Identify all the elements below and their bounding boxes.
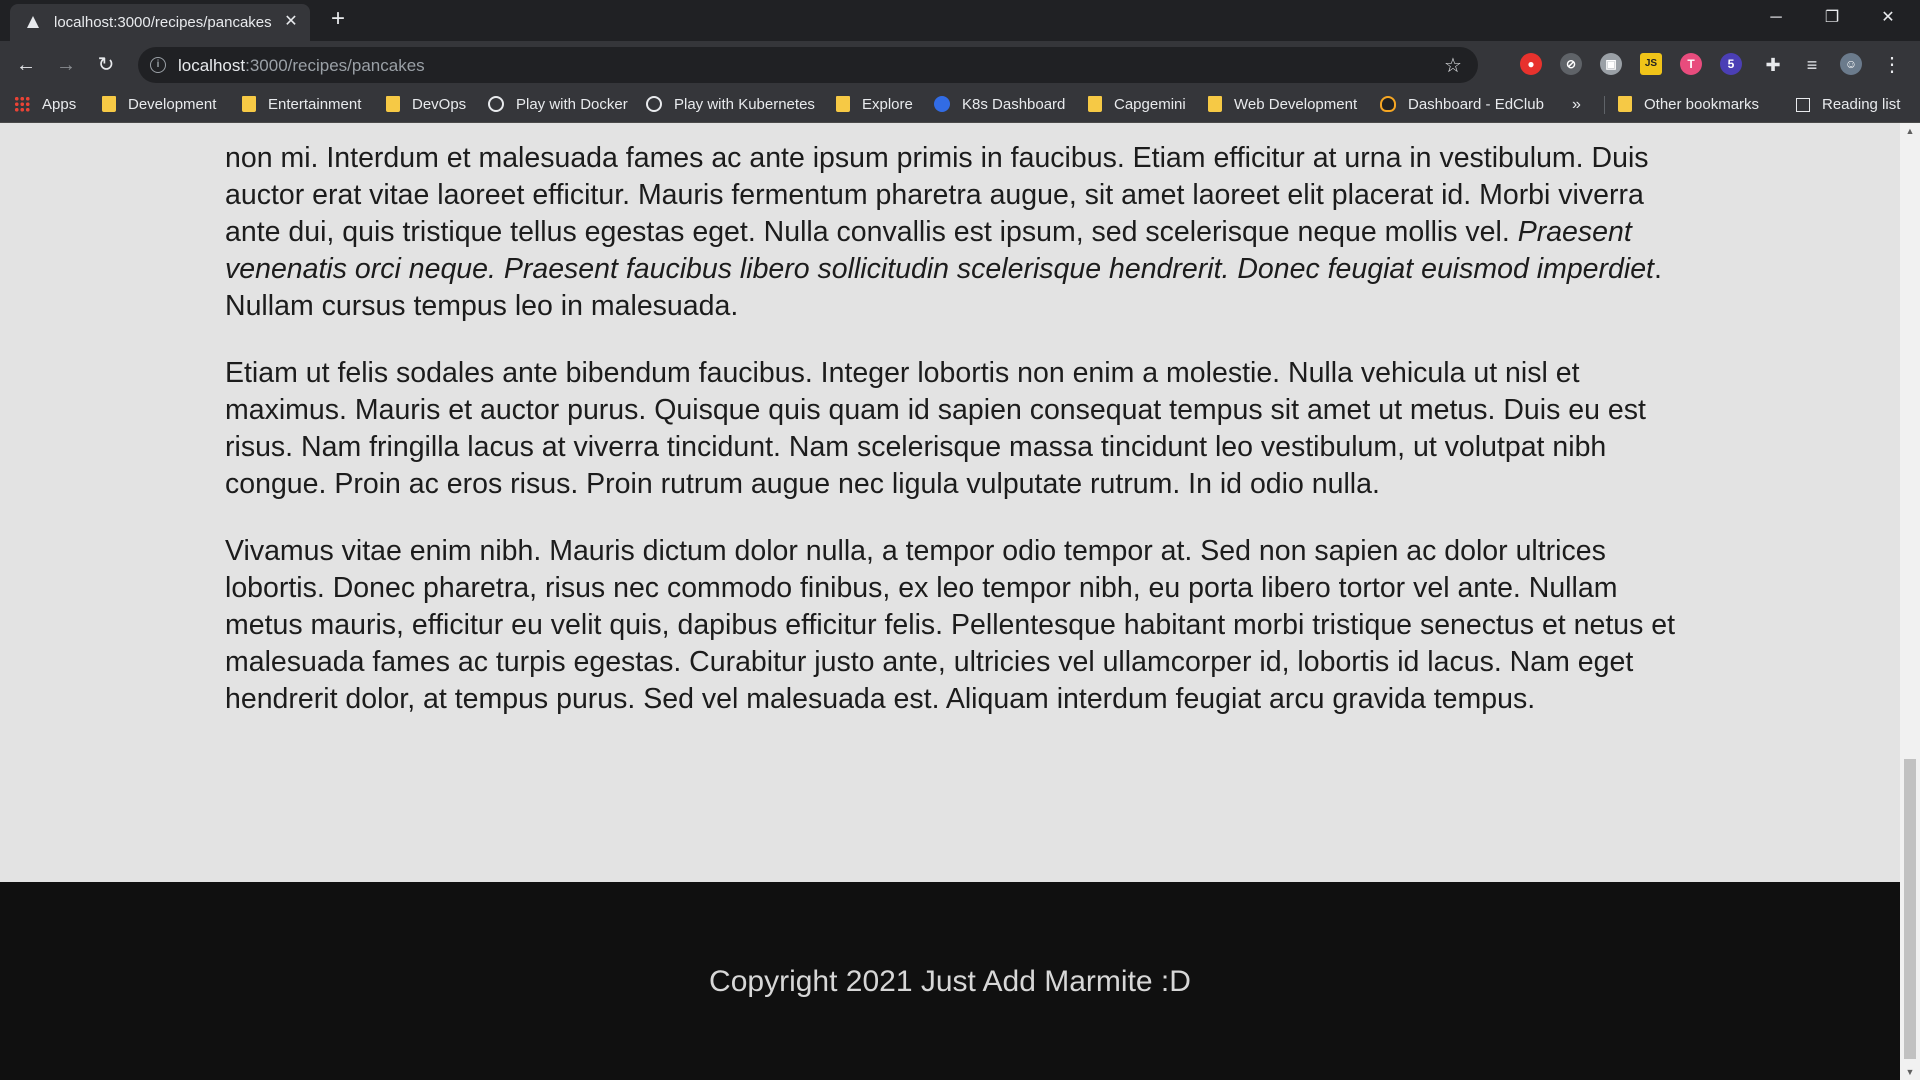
- screen-icon[interactable]: ▣: [1600, 53, 1622, 75]
- reading-list-button[interactable]: Reading list: [1796, 95, 1900, 115]
- browser-toolbar: ← → ↻ i localhost:3000/recipes/pancakes …: [0, 41, 1920, 88]
- folder-icon: [386, 96, 400, 112]
- bookmark-item[interactable]: K8s Dashboard: [934, 95, 1065, 115]
- t-icon[interactable]: T: [1680, 53, 1702, 75]
- media-queue-icon[interactable]: ≡: [1800, 53, 1824, 77]
- globe-icon: [646, 96, 662, 112]
- bookmark-label: Entertainment: [268, 96, 362, 113]
- bookmark-item[interactable]: Web Development: [1208, 95, 1357, 115]
- copyright-text: Copyright 2021 Just Add Marmite :D: [709, 965, 1191, 998]
- bookmark-label: Apps: [42, 96, 77, 113]
- folder-icon: [1208, 96, 1222, 112]
- paragraph-1-text: non mi. Interdum et malesuada fames ac a…: [225, 142, 1649, 248]
- back-arrow-icon[interactable]: ←: [14, 53, 38, 77]
- recipe-body: non mi. Interdum et malesuada fames ac a…: [225, 123, 1685, 748]
- record-icon[interactable]: ●: [1520, 53, 1542, 75]
- bookmark-item[interactable]: Development: [102, 95, 216, 115]
- folder-icon: [836, 96, 850, 112]
- extensions-puzzle-icon[interactable]: ✚: [1761, 53, 1785, 77]
- paragraph-2-text: Etiam ut felis sodales ante bibendum fau…: [225, 357, 1646, 500]
- bookmark-item[interactable]: Capgemini: [1088, 95, 1186, 115]
- vertical-scrollbar[interactable]: ▲ ▼: [1900, 123, 1920, 1080]
- tab-strip: localhost:3000/recipes/pancakes ✕ + ─ ❐ …: [0, 0, 1920, 41]
- bookmark-item[interactable]: Explore: [836, 95, 913, 115]
- folder-icon: [1088, 96, 1102, 112]
- forward-arrow-icon[interactable]: →: [54, 53, 78, 77]
- folder-icon: [102, 96, 116, 112]
- badge-icon[interactable]: 5: [1720, 53, 1742, 75]
- other-bookmarks-folder[interactable]: Other bookmarks: [1618, 95, 1759, 115]
- bookmark-label: K8s Dashboard: [962, 96, 1066, 113]
- bookmark-label: Explore: [862, 96, 913, 113]
- page-favicon-icon: [27, 16, 39, 28]
- bookmark-label: DevOps: [412, 96, 467, 113]
- page-footer: Copyright 2021 Just Add Marmite :D: [0, 882, 1900, 1080]
- bookmark-label: Dashboard - EdClub: [1408, 96, 1544, 113]
- url-text[interactable]: localhost:3000/recipes/pancakes: [178, 56, 425, 76]
- address-bar[interactable]: i localhost:3000/recipes/pancakes ☆: [138, 47, 1478, 83]
- url-host: localhost: [178, 56, 246, 75]
- reading-list-icon: [1796, 98, 1810, 112]
- paragraph-3: Vivamus vitae enim nibh. Mauris dictum d…: [225, 533, 1685, 718]
- minimize-button[interactable]: ─: [1748, 0, 1804, 38]
- more-bookmarks-button[interactable]: »: [1572, 95, 1581, 115]
- js-icon[interactable]: JS: [1640, 53, 1662, 75]
- close-window-button[interactable]: ✕: [1860, 0, 1916, 38]
- other-bookmarks-label: Other bookmarks: [1644, 96, 1760, 113]
- bookmark-item[interactable]: Apps: [14, 95, 76, 115]
- paragraph-3-text: Vivamus vitae enim nibh. Mauris dictum d…: [225, 535, 1676, 715]
- bookmarks-divider: [1604, 96, 1605, 114]
- active-tab[interactable]: localhost:3000/recipes/pancakes ✕: [10, 4, 310, 41]
- profile-avatar[interactable]: ☺: [1840, 53, 1862, 75]
- bookmark-item[interactable]: Play with Kubernetes: [646, 95, 815, 115]
- block-icon[interactable]: ⊘: [1560, 53, 1582, 75]
- tab-title: localhost:3000/recipes/pancakes: [54, 14, 272, 31]
- folder-icon: [1618, 96, 1632, 112]
- bookmark-item[interactable]: Entertainment: [242, 95, 361, 115]
- bookmark-item[interactable]: Dashboard - EdClub: [1380, 95, 1544, 115]
- bookmark-label: Capgemini: [1114, 96, 1186, 113]
- globe-icon: [488, 96, 504, 112]
- page-viewport: non mi. Interdum et malesuada fames ac a…: [0, 123, 1900, 1080]
- paragraph-1: non mi. Interdum et malesuada fames ac a…: [225, 140, 1685, 325]
- site-info-icon[interactable]: i: [150, 57, 166, 73]
- scrollbar-thumb[interactable]: [1904, 759, 1916, 1059]
- tab-close-icon[interactable]: ✕: [282, 13, 300, 31]
- scroll-down-arrow-icon[interactable]: ▼: [1900, 1064, 1920, 1080]
- bookmark-label: Web Development: [1234, 96, 1358, 113]
- scroll-up-arrow-icon[interactable]: ▲: [1900, 123, 1920, 139]
- reload-icon[interactable]: ↻: [94, 53, 118, 77]
- menu-kebab-icon[interactable]: ⋮: [1880, 53, 1904, 77]
- edclub-icon: [1380, 96, 1396, 112]
- bookmark-item[interactable]: Play with Docker: [488, 95, 628, 115]
- bookmark-label: Play with Kubernetes: [674, 96, 815, 113]
- apps-icon: [14, 96, 30, 112]
- paragraph-2: Etiam ut felis sodales ante bibendum fau…: [225, 355, 1685, 503]
- bookmark-star-icon[interactable]: ☆: [1444, 53, 1462, 78]
- bookmark-item[interactable]: DevOps: [386, 95, 466, 115]
- new-tab-button[interactable]: +: [326, 7, 350, 32]
- url-path: :3000/recipes/pancakes: [245, 56, 425, 75]
- bookmark-label: Development: [128, 96, 217, 113]
- bookmark-label: Play with Docker: [516, 96, 628, 113]
- folder-icon: [242, 96, 256, 112]
- bookmarks-bar: Dashboard - EdClub Web Development Capgemi…: [0, 88, 1920, 123]
- restore-button[interactable]: ❐: [1804, 0, 1860, 38]
- k8s-icon: [934, 96, 950, 112]
- reading-list-label: Reading list: [1822, 96, 1901, 113]
